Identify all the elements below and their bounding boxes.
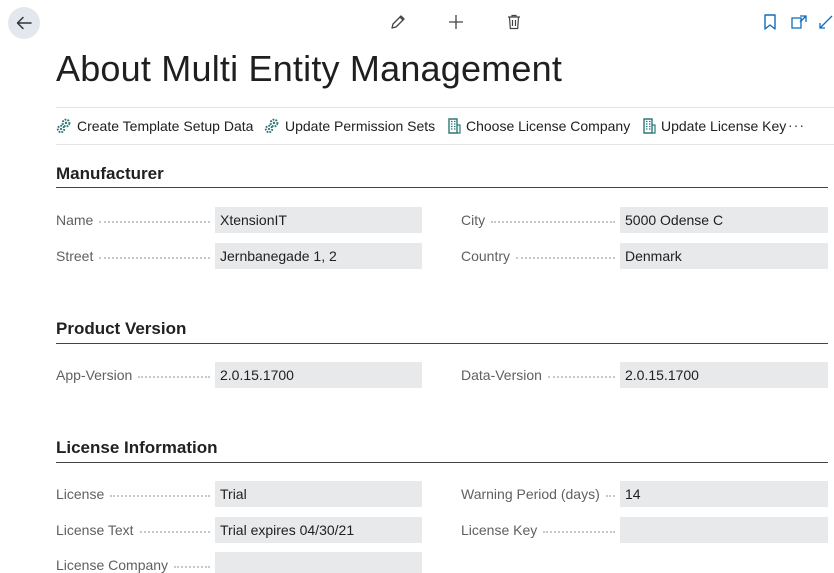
country-field[interactable]: Denmark: [620, 243, 828, 269]
field-label-data-version: Data-Version: [461, 362, 621, 388]
field-label-license-key: License Key: [461, 517, 621, 543]
field-label-app-version: App-Version: [56, 362, 216, 388]
license-text-field[interactable]: Trial expires 04/30/21: [215, 517, 422, 543]
label-text: App-Version: [56, 367, 133, 383]
field-label-license: License: [56, 481, 216, 507]
field-label-warning-period: Warning Period (days): [461, 481, 621, 507]
license-company-field[interactable]: [215, 552, 422, 573]
field-label-license-text: License Text: [56, 517, 216, 543]
label-dots: [99, 256, 210, 259]
update-permission-sets-action[interactable]: Update Permission Sets: [264, 108, 435, 144]
data-version-field[interactable]: 2.0.15.1700: [620, 362, 828, 388]
label-text: License Company: [56, 557, 169, 573]
section-divider: [56, 343, 828, 344]
section-divider: [56, 187, 828, 188]
name-field[interactable]: XtensionIT: [215, 207, 422, 233]
label-dots: [516, 256, 615, 259]
label-dots: [110, 494, 210, 497]
section-title-license-information: License Information: [56, 438, 218, 457]
label-dots: [547, 375, 615, 378]
label-dots: [543, 530, 615, 533]
label-text: Data-Version: [461, 367, 542, 383]
label-dots: [139, 530, 210, 533]
choose-license-company-action[interactable]: Choose License Company: [447, 108, 630, 144]
label-text: Warning Period (days): [461, 486, 600, 502]
field-label-country: Country: [461, 243, 621, 269]
label-text: Name: [56, 212, 94, 228]
page: About Multi Entity Management Create Tem…: [0, 0, 834, 573]
gears-icon: [56, 118, 71, 134]
license-field[interactable]: Trial: [215, 481, 422, 507]
open-in-new-window-icon: [791, 15, 807, 29]
label-dots: [605, 494, 615, 497]
label-dots: [174, 565, 210, 568]
delete-button[interactable]: [504, 12, 524, 32]
update-license-key-action[interactable]: Update License Key: [642, 108, 786, 144]
label-dots: [138, 375, 210, 378]
action-label: Choose License Company: [466, 118, 631, 134]
gears-icon: [264, 118, 279, 134]
label-text: Country: [461, 248, 511, 264]
pencil-icon: [391, 15, 405, 29]
bookmark-icon: [764, 14, 776, 30]
label-text: City: [461, 212, 486, 228]
bookmark-button[interactable]: [760, 12, 780, 32]
label-text: License: [56, 486, 105, 502]
trash-icon: [508, 14, 520, 30]
app-version-field[interactable]: 2.0.15.1700: [215, 362, 422, 388]
section-title-manufacturer: Manufacturer: [56, 164, 164, 183]
plus-icon: [449, 15, 463, 29]
field-label-license-company: License Company: [56, 552, 216, 573]
city-field[interactable]: 5000 Odense C: [620, 207, 828, 233]
section-divider: [56, 462, 828, 463]
license-key-field[interactable]: [620, 517, 828, 543]
label-text: License Text: [56, 522, 134, 538]
field-label-city: City: [461, 207, 621, 233]
field-label-street: Street: [56, 243, 216, 269]
back-button[interactable]: [8, 7, 40, 39]
building-icon: [643, 118, 656, 134]
building-icon: [448, 118, 461, 134]
label-dots: [99, 220, 210, 223]
action-label: Update License Key: [661, 118, 787, 134]
action-label: Create Template Setup Data: [77, 118, 254, 134]
create-template-setup-data-action[interactable]: Create Template Setup Data: [56, 108, 253, 144]
arrow-left-icon: [16, 16, 32, 30]
label-dots: [491, 220, 615, 223]
new-button[interactable]: [446, 12, 466, 32]
label-text: Street: [56, 248, 94, 264]
street-field[interactable]: Jernbanegade 1, 2: [215, 243, 422, 269]
warning-period-field[interactable]: 14: [620, 481, 828, 507]
expand-button[interactable]: [816, 12, 834, 32]
more-actions-button[interactable]: ···: [788, 117, 805, 133]
label-text: License Key: [461, 522, 538, 538]
open-new-window-button[interactable]: [789, 12, 809, 32]
action-bar: Create Template Setup Data Update Permis…: [56, 107, 834, 145]
expand-icon: [819, 15, 833, 29]
field-label-name: Name: [56, 207, 216, 233]
edit-button[interactable]: [388, 12, 408, 32]
action-label: Update Permission Sets: [285, 118, 436, 134]
page-title: About Multi Entity Management: [56, 48, 563, 89]
section-title-product-version: Product Version: [56, 319, 187, 338]
